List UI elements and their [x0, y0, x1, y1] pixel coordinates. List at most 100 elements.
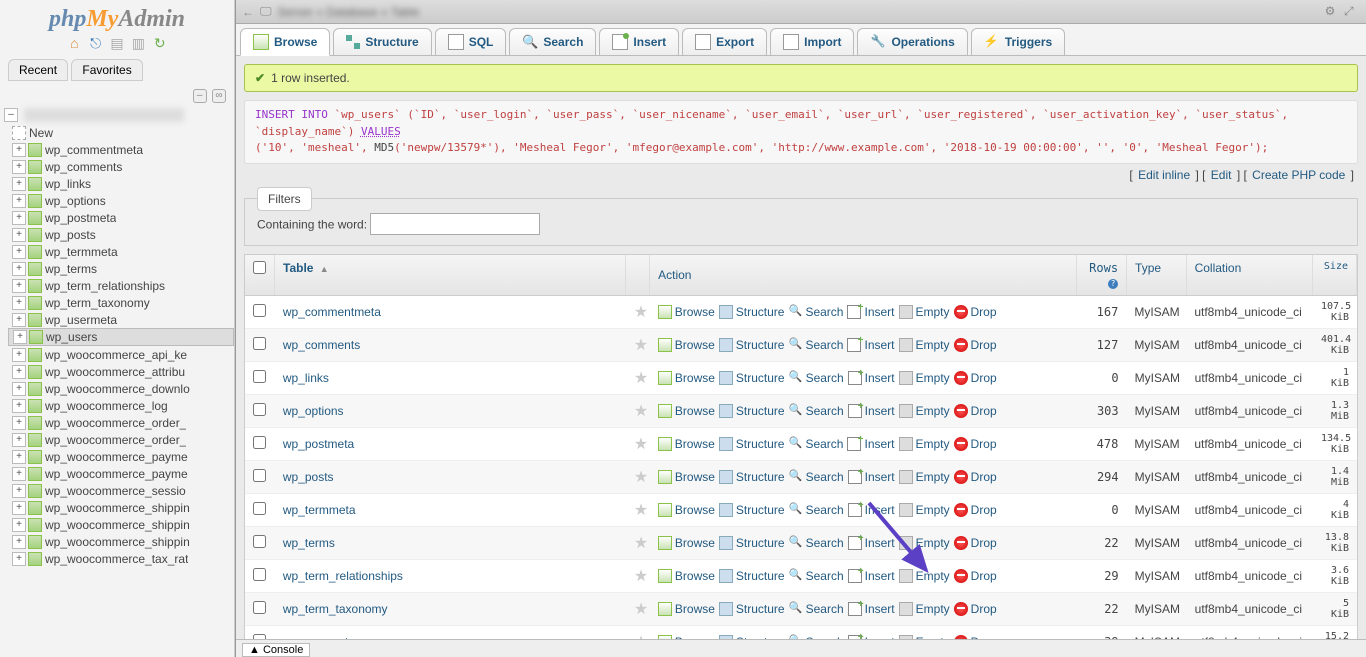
sidebar-table-wp_woocommerce_attribu[interactable]: + wp_woocommerce_attribu: [8, 364, 234, 380]
action-empty[interactable]: Empty: [899, 536, 950, 550]
sidebar-table-wp_woocommerce_shippin[interactable]: + wp_woocommerce_shippin: [8, 534, 234, 550]
server-icon[interactable]: 🖵: [260, 4, 272, 19]
action-search[interactable]: Search: [788, 305, 843, 319]
action-browse[interactable]: Browse: [658, 404, 715, 418]
expand-icon[interactable]: +: [12, 552, 26, 566]
expand-icon[interactable]: +: [12, 245, 26, 259]
expand-icon[interactable]: +: [12, 160, 26, 174]
action-insert[interactable]: Insert: [848, 470, 895, 484]
docs-icon[interactable]: ▤: [109, 35, 125, 51]
expand-icon[interactable]: +: [12, 416, 26, 430]
action-drop[interactable]: Drop: [954, 338, 997, 352]
expand-icon[interactable]: +: [12, 177, 26, 191]
expand-icon[interactable]: +: [12, 484, 26, 498]
action-insert[interactable]: Insert: [848, 371, 895, 385]
row-checkbox[interactable]: [253, 601, 266, 614]
action-search[interactable]: Search: [789, 503, 844, 517]
action-search[interactable]: Search: [789, 569, 844, 583]
action-empty[interactable]: Empty: [899, 371, 950, 385]
sidebar-table-wp_woocommerce_shippin[interactable]: + wp_woocommerce_shippin: [8, 517, 234, 533]
action-empty[interactable]: Empty: [899, 569, 950, 583]
sidebar-table-wp_terms[interactable]: + wp_terms: [8, 261, 234, 277]
expand-icon[interactable]: +: [12, 433, 26, 447]
sidebar-table-wp_commentmeta[interactable]: + wp_commentmeta: [8, 142, 234, 158]
page-settings-icon[interactable]: ⤢: [1344, 4, 1360, 20]
action-structure[interactable]: Structure: [719, 437, 785, 451]
action-structure[interactable]: Structure: [719, 371, 785, 385]
expand-icon[interactable]: +: [12, 296, 26, 310]
col-collation[interactable]: Collation: [1187, 255, 1314, 295]
action-structure[interactable]: Structure: [719, 602, 785, 616]
favorite-star[interactable]: ★: [626, 464, 650, 490]
action-insert[interactable]: Insert: [848, 503, 895, 517]
action-drop[interactable]: Drop: [954, 536, 997, 550]
console-toggle[interactable]: ▲ Console: [242, 643, 310, 657]
sidebar-table-wp_woocommerce_order_[interactable]: + wp_woocommerce_order_: [8, 415, 234, 431]
sidebar-table-wp_woocommerce_tax_rat[interactable]: + wp_woocommerce_tax_rat: [8, 551, 234, 567]
action-empty[interactable]: Empty: [899, 602, 950, 616]
tree-new-table[interactable]: New: [8, 125, 234, 141]
tab-insert[interactable]: Insert: [599, 28, 679, 55]
sidebar-table-wp_posts[interactable]: + wp_posts: [8, 227, 234, 243]
expand-icon[interactable]: +: [12, 313, 26, 327]
action-drop[interactable]: Drop: [954, 569, 997, 583]
settings-icon[interactable]: ▥: [130, 35, 146, 51]
table-name-link[interactable]: wp_options: [275, 401, 626, 421]
expand-icon[interactable]: +: [13, 330, 27, 344]
link-icon[interactable]: ∞: [212, 89, 226, 103]
expand-icon[interactable]: +: [12, 194, 26, 208]
sidebar-table-wp_users[interactable]: + wp_users: [8, 328, 234, 346]
row-checkbox[interactable]: [253, 403, 266, 416]
row-checkbox[interactable]: [253, 436, 266, 449]
expand-icon[interactable]: +: [12, 143, 26, 157]
tab-search[interactable]: Search: [509, 28, 596, 55]
col-type[interactable]: Type: [1127, 255, 1187, 295]
gear-icon[interactable]: ⚙: [1325, 4, 1341, 20]
action-insert[interactable]: Insert: [848, 602, 895, 616]
action-insert[interactable]: Insert: [848, 404, 895, 418]
edit-inline-link[interactable]: Edit inline: [1138, 168, 1190, 182]
sidebar-table-wp_woocommerce_api_ke[interactable]: + wp_woocommerce_api_ke: [8, 347, 234, 363]
action-insert[interactable]: Insert: [848, 536, 895, 550]
favorite-star[interactable]: ★: [626, 596, 650, 622]
expand-icon[interactable]: +: [12, 211, 26, 225]
action-drop[interactable]: Drop: [954, 437, 997, 451]
action-empty[interactable]: Empty: [899, 338, 950, 352]
table-name-link[interactable]: wp_links: [275, 368, 626, 388]
expand-icon[interactable]: +: [12, 348, 26, 362]
action-drop[interactable]: Drop: [954, 404, 997, 418]
nav-toggle-icon[interactable]: ←: [242, 5, 254, 19]
sidebar-table-wp_woocommerce_sessio[interactable]: + wp_woocommerce_sessio: [8, 483, 234, 499]
collapse-icon[interactable]: –: [4, 108, 18, 122]
action-empty[interactable]: Empty: [899, 305, 950, 319]
row-checkbox[interactable]: [253, 337, 266, 350]
action-browse[interactable]: Browse: [658, 437, 715, 451]
action-search[interactable]: Search: [788, 338, 843, 352]
action-browse[interactable]: Browse: [658, 470, 715, 484]
action-drop[interactable]: Drop: [954, 602, 997, 616]
tab-export[interactable]: Export: [682, 28, 767, 55]
action-search[interactable]: Search: [789, 371, 844, 385]
favorite-star[interactable]: ★: [626, 563, 650, 589]
sidebar-table-wp_woocommerce_downlo[interactable]: + wp_woocommerce_downlo: [8, 381, 234, 397]
action-empty[interactable]: Empty: [899, 404, 950, 418]
home-icon[interactable]: ⌂: [66, 35, 82, 51]
action-browse[interactable]: Browse: [658, 503, 715, 517]
action-structure[interactable]: Structure: [719, 470, 785, 484]
table-name-link[interactable]: wp_posts: [275, 467, 626, 487]
action-browse[interactable]: Browse: [658, 602, 715, 616]
action-drop[interactable]: Drop: [954, 371, 997, 385]
info-icon[interactable]: ?: [1108, 279, 1118, 289]
edit-link[interactable]: Edit: [1211, 168, 1232, 182]
action-structure[interactable]: Structure: [719, 536, 785, 550]
sidebar-table-wp_postmeta[interactable]: + wp_postmeta: [8, 210, 234, 226]
sidebar-table-wp_woocommerce_payme[interactable]: + wp_woocommerce_payme: [8, 466, 234, 482]
expand-icon[interactable]: +: [12, 535, 26, 549]
table-name-link[interactable]: wp_commentmeta: [275, 302, 626, 322]
action-search[interactable]: Search: [789, 602, 844, 616]
action-structure[interactable]: Structure: [719, 503, 785, 517]
row-checkbox[interactable]: [253, 304, 266, 317]
sidebar-table-wp_woocommerce_payme[interactable]: + wp_woocommerce_payme: [8, 449, 234, 465]
logout-icon[interactable]: ⎋: [88, 35, 104, 51]
tab-browse[interactable]: Browse: [240, 28, 330, 56]
